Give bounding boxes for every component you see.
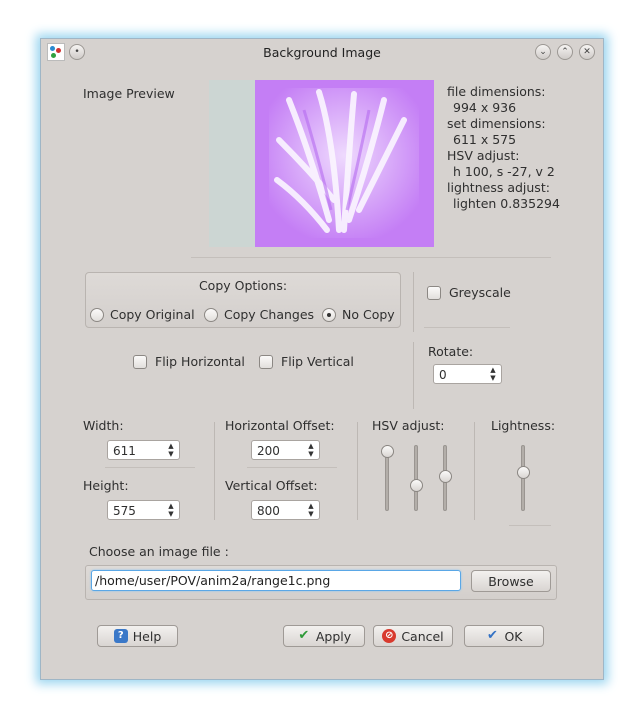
vertical-offset-value: 800 xyxy=(257,504,280,518)
apply-label: Apply xyxy=(315,628,352,644)
spin-arrows-icon[interactable]: ▲ ▼ xyxy=(306,442,316,458)
hsv-adjust-label: HSV adjust: xyxy=(372,418,445,433)
apply-button[interactable]: ✔ Apply xyxy=(283,625,365,647)
info-line: set dimensions: xyxy=(447,116,546,131)
vertical-offset-label: Vertical Offset: xyxy=(225,478,318,493)
width-label: Width: xyxy=(83,418,124,433)
info-line: HSV adjust: xyxy=(447,148,520,163)
horizontal-offset-label: Horizontal Offset: xyxy=(225,418,335,433)
height-spinbox[interactable]: 575 ▲ ▼ xyxy=(107,500,180,520)
browse-button[interactable]: Browse xyxy=(471,570,551,592)
height-value: 575 xyxy=(113,504,136,518)
browse-label: Browse xyxy=(488,573,534,589)
rotate-label: Rotate: xyxy=(428,344,474,359)
vertical-offset-spinbox[interactable]: 800 ▲ ▼ xyxy=(251,500,320,520)
info-line: 611 x 575 xyxy=(453,132,517,147)
preview-image xyxy=(209,80,434,247)
info-line: 994 x 936 xyxy=(453,100,517,115)
checkbox-indicator[interactable] xyxy=(133,354,147,369)
radio-copy-original[interactable]: Copy Original xyxy=(90,307,195,322)
info-line: lighten 0.835294 xyxy=(453,196,560,211)
spin-arrows-icon[interactable]: ▲ ▼ xyxy=(166,502,176,518)
rotate-value: 0 xyxy=(439,368,447,382)
cancel-button[interactable]: ⊘ Cancel xyxy=(373,625,453,647)
radio-indicator[interactable] xyxy=(204,307,218,322)
height-label: Height: xyxy=(83,478,129,493)
flip-horizontal-label: Flip Horizontal xyxy=(155,354,245,369)
horizontal-offset-value: 200 xyxy=(257,444,280,458)
divider xyxy=(413,272,414,332)
divider xyxy=(413,342,414,409)
info-line: lightness adjust: xyxy=(447,180,550,195)
divider xyxy=(214,422,215,520)
checkbox-indicator[interactable] xyxy=(259,354,273,369)
checkbox-indicator[interactable] xyxy=(427,285,441,300)
lightness-label: Lightness: xyxy=(491,418,556,433)
radio-indicator[interactable] xyxy=(90,307,104,322)
cancel-icon: ⊘ xyxy=(382,629,397,643)
spin-arrows-icon[interactable]: ▲ ▼ xyxy=(306,502,316,518)
ok-checkmark-icon: ✔ xyxy=(487,628,498,643)
radio-copy-changes[interactable]: Copy Changes xyxy=(204,307,314,322)
radio-label: Copy Changes xyxy=(224,307,315,322)
radio-indicator[interactable] xyxy=(322,307,336,322)
flip-vertical-label: Flip Vertical xyxy=(281,354,354,369)
info-line: h 100, s -27, v 2 xyxy=(453,164,555,179)
radio-label: Copy Original xyxy=(110,307,195,322)
rotate-spinbox[interactable]: 0 ▲ ▼ xyxy=(433,364,502,384)
divider xyxy=(247,467,337,468)
help-button[interactable]: ? Help xyxy=(97,625,178,647)
image-preview-label: Image Preview xyxy=(83,86,175,101)
divider xyxy=(357,422,358,520)
image-preview xyxy=(209,80,434,247)
ok-button[interactable]: ✔ OK xyxy=(464,625,544,647)
ok-label: OK xyxy=(504,628,523,644)
spin-arrows-icon[interactable]: ▲ ▼ xyxy=(166,442,176,458)
choose-file-label: Choose an image file : xyxy=(89,544,229,559)
hue-slider-handle[interactable] xyxy=(381,445,394,458)
minimize-icon[interactable]: ⌄ xyxy=(535,44,551,60)
flip-vertical-checkbox[interactable]: Flip Vertical xyxy=(259,354,354,369)
saturation-slider-track[interactable] xyxy=(414,445,418,511)
cancel-label: Cancel xyxy=(401,628,444,644)
radio-no-copy[interactable]: No Copy xyxy=(322,307,395,322)
divider xyxy=(474,422,475,520)
copy-options-group: Copy Options: Copy Original Copy Changes… xyxy=(85,272,401,328)
horizontal-offset-spinbox[interactable]: 200 ▲ ▼ xyxy=(251,440,320,460)
info-line: file dimensions: xyxy=(447,84,546,99)
help-label: Help xyxy=(132,628,162,644)
lightness-slider-handle[interactable] xyxy=(517,466,530,480)
file-path-field[interactable] xyxy=(92,571,460,590)
saturation-slider-handle[interactable] xyxy=(410,479,423,493)
help-icon: ? xyxy=(113,629,128,643)
greyscale-label: Greyscale xyxy=(449,285,511,300)
file-path-input[interactable] xyxy=(91,570,461,591)
divider xyxy=(424,327,510,328)
flip-horizontal-checkbox[interactable]: Flip Horizontal xyxy=(133,354,245,369)
background-image-dialog: • Background Image ⌄ ⌃ ✕ Image Preview f… xyxy=(40,38,604,680)
spin-arrows-icon[interactable]: ▲ ▼ xyxy=(488,366,498,382)
divider xyxy=(105,467,195,468)
maximize-icon[interactable]: ⌃ xyxy=(557,44,573,60)
width-spinbox[interactable]: 611 ▲ ▼ xyxy=(107,440,180,460)
value-slider-handle[interactable] xyxy=(439,470,452,484)
width-value: 611 xyxy=(113,444,136,458)
divider xyxy=(191,257,551,258)
title-bar[interactable]: • Background Image ⌄ ⌃ ✕ xyxy=(41,39,603,65)
image-info: file dimensions: 994 x 936 set dimension… xyxy=(447,84,560,212)
copy-options-title: Copy Options: xyxy=(198,278,288,293)
radio-label: No Copy xyxy=(342,307,395,322)
close-icon[interactable]: ✕ xyxy=(579,44,595,60)
greyscale-checkbox[interactable]: Greyscale xyxy=(427,285,511,300)
checkmark-icon: ✔ xyxy=(298,628,310,643)
window-title: Background Image xyxy=(263,45,381,60)
divider xyxy=(509,525,551,526)
